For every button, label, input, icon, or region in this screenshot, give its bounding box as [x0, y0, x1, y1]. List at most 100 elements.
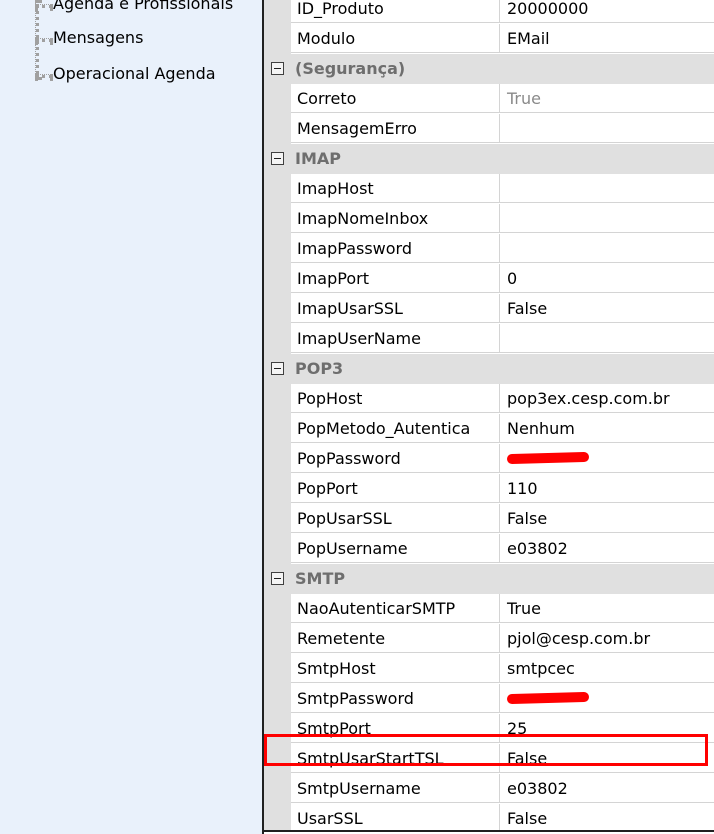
property-row[interactable]: PopPassword: [264, 444, 714, 474]
property-row[interactable]: SmtpPassword: [264, 684, 714, 714]
property-row[interactable]: NaoAutenticarSMTP True: [264, 594, 714, 624]
row-gutter: [264, 534, 291, 564]
row-gutter: [264, 204, 291, 234]
property-name[interactable]: PopMetodo_Autentica: [291, 414, 500, 443]
property-value[interactable]: True: [500, 84, 714, 113]
property-row[interactable]: Remetente pjol@cesp.com.br: [264, 624, 714, 654]
tree-item-agenda-profissionais[interactable]: Agenda e Profissionais: [53, 0, 233, 14]
property-value[interactable]: False: [500, 804, 714, 830]
property-row[interactable]: PopMetodo_Autentica Nenhum: [264, 414, 714, 444]
property-name[interactable]: SmtpPort: [291, 714, 500, 743]
property-grid: ID_Produto 20000000 Modulo EMail (Segurança)…: [264, 0, 714, 830]
property-value[interactable]: [500, 444, 714, 473]
row-gutter: [264, 654, 291, 684]
row-gutter: [264, 324, 291, 354]
property-name[interactable]: UsarSSL: [291, 804, 500, 830]
property-value[interactable]: False: [500, 504, 714, 533]
property-row[interactable]: PopPort 110: [264, 474, 714, 504]
property-row[interactable]: ImapUsarSSL False: [264, 294, 714, 324]
tree-connector-line: [35, 38, 53, 42]
property-row[interactable]: SmtpUsername e03802: [264, 774, 714, 804]
property-value[interactable]: [500, 324, 714, 353]
tree-item-operacional-agenda[interactable]: Operacional Agenda: [53, 64, 216, 84]
row-gutter: [264, 174, 291, 204]
redaction-mark: [506, 691, 590, 705]
property-value[interactable]: pjol@cesp.com.br: [500, 624, 714, 653]
property-row[interactable]: SmtpHost smtpcec: [264, 654, 714, 684]
property-name[interactable]: ImapPort: [291, 264, 500, 293]
property-name[interactable]: Correto: [291, 84, 500, 113]
category-row[interactable]: SMTP: [264, 564, 714, 594]
property-name[interactable]: SmtpPassword: [291, 684, 500, 713]
property-name[interactable]: Modulo: [291, 24, 500, 53]
property-name[interactable]: PopUsername: [291, 534, 500, 563]
property-row[interactable]: ImapPort 0: [264, 264, 714, 294]
property-row[interactable]: ImapPassword: [264, 234, 714, 264]
property-value[interactable]: e03802: [500, 774, 714, 803]
property-row[interactable]: ImapHost: [264, 174, 714, 204]
property-row[interactable]: PopHost pop3ex.cesp.com.br: [264, 384, 714, 414]
property-value[interactable]: 25: [500, 714, 714, 743]
row-gutter: [264, 624, 291, 654]
property-value[interactable]: [500, 684, 714, 713]
tree-panel: Agenda e Profissionais Mensagens Operaci…: [0, 0, 262, 834]
property-value[interactable]: pop3ex.cesp.com.br: [500, 384, 714, 413]
tree-item-mensagens[interactable]: Mensagens: [53, 28, 143, 48]
property-name[interactable]: SmtpUsername: [291, 774, 500, 803]
property-row[interactable]: ImapUserName: [264, 324, 714, 354]
property-name[interactable]: SmtpUsarStartTSL: [291, 744, 500, 773]
row-gutter: [264, 714, 291, 744]
property-value[interactable]: [500, 114, 714, 143]
property-row[interactable]: PopUsername e03802: [264, 534, 714, 564]
property-name[interactable]: ImapUserName: [291, 324, 500, 353]
category-row[interactable]: (Segurança): [264, 54, 714, 84]
property-value[interactable]: [500, 234, 714, 263]
property-name[interactable]: ImapPassword: [291, 234, 500, 263]
property-value[interactable]: Nenhum: [500, 414, 714, 443]
property-name[interactable]: ImapHost: [291, 174, 500, 203]
property-name[interactable]: MensagemErro: [291, 114, 500, 143]
property-row[interactable]: ID_Produto 20000000: [264, 0, 714, 24]
property-name[interactable]: ImapNomeInbox: [291, 204, 500, 233]
property-row[interactable]: SmtpUsarStartTSL False: [264, 744, 714, 774]
property-row[interactable]: PopUsarSSL False: [264, 504, 714, 534]
property-name[interactable]: SmtpHost: [291, 654, 500, 683]
property-row[interactable]: UsarSSL False: [264, 804, 714, 830]
property-name[interactable]: ImapUsarSSL: [291, 294, 500, 323]
collapse-icon[interactable]: [271, 362, 284, 375]
property-value[interactable]: 20000000: [500, 0, 714, 23]
property-value[interactable]: [500, 204, 714, 233]
property-name[interactable]: PopHost: [291, 384, 500, 413]
property-value[interactable]: e03802: [500, 534, 714, 563]
property-row[interactable]: Correto True: [264, 84, 714, 114]
property-value[interactable]: False: [500, 294, 714, 323]
property-value[interactable]: 0: [500, 264, 714, 293]
property-value[interactable]: smtpcec: [500, 654, 714, 683]
property-name[interactable]: PopPassword: [291, 444, 500, 473]
property-name[interactable]: ID_Produto: [291, 0, 500, 23]
property-name[interactable]: Remetente: [291, 624, 500, 653]
property-name[interactable]: PopPort: [291, 474, 500, 503]
category-row[interactable]: IMAP: [264, 144, 714, 174]
property-value[interactable]: True: [500, 594, 714, 623]
property-row[interactable]: Modulo EMail: [264, 24, 714, 54]
property-name[interactable]: PopUsarSSL: [291, 504, 500, 533]
tree-connector-line: [35, 74, 53, 78]
collapse-icon[interactable]: [271, 62, 284, 75]
property-row[interactable]: SmtpPort 25: [264, 714, 714, 744]
property-value[interactable]: [500, 174, 714, 203]
grid-bottom-border: [264, 830, 714, 832]
property-value[interactable]: EMail: [500, 24, 714, 53]
property-row[interactable]: ImapNomeInbox: [264, 204, 714, 234]
row-gutter: [264, 24, 291, 54]
property-name[interactable]: NaoAutenticarSMTP: [291, 594, 500, 623]
property-value[interactable]: 110: [500, 474, 714, 503]
row-gutter: [264, 114, 291, 144]
property-row[interactable]: MensagemErro: [264, 114, 714, 144]
category-label: POP3: [295, 359, 344, 378]
collapse-icon[interactable]: [271, 572, 284, 585]
property-value[interactable]: False: [500, 744, 714, 773]
category-row[interactable]: POP3: [264, 354, 714, 384]
row-gutter: [264, 504, 291, 534]
collapse-icon[interactable]: [271, 152, 284, 165]
